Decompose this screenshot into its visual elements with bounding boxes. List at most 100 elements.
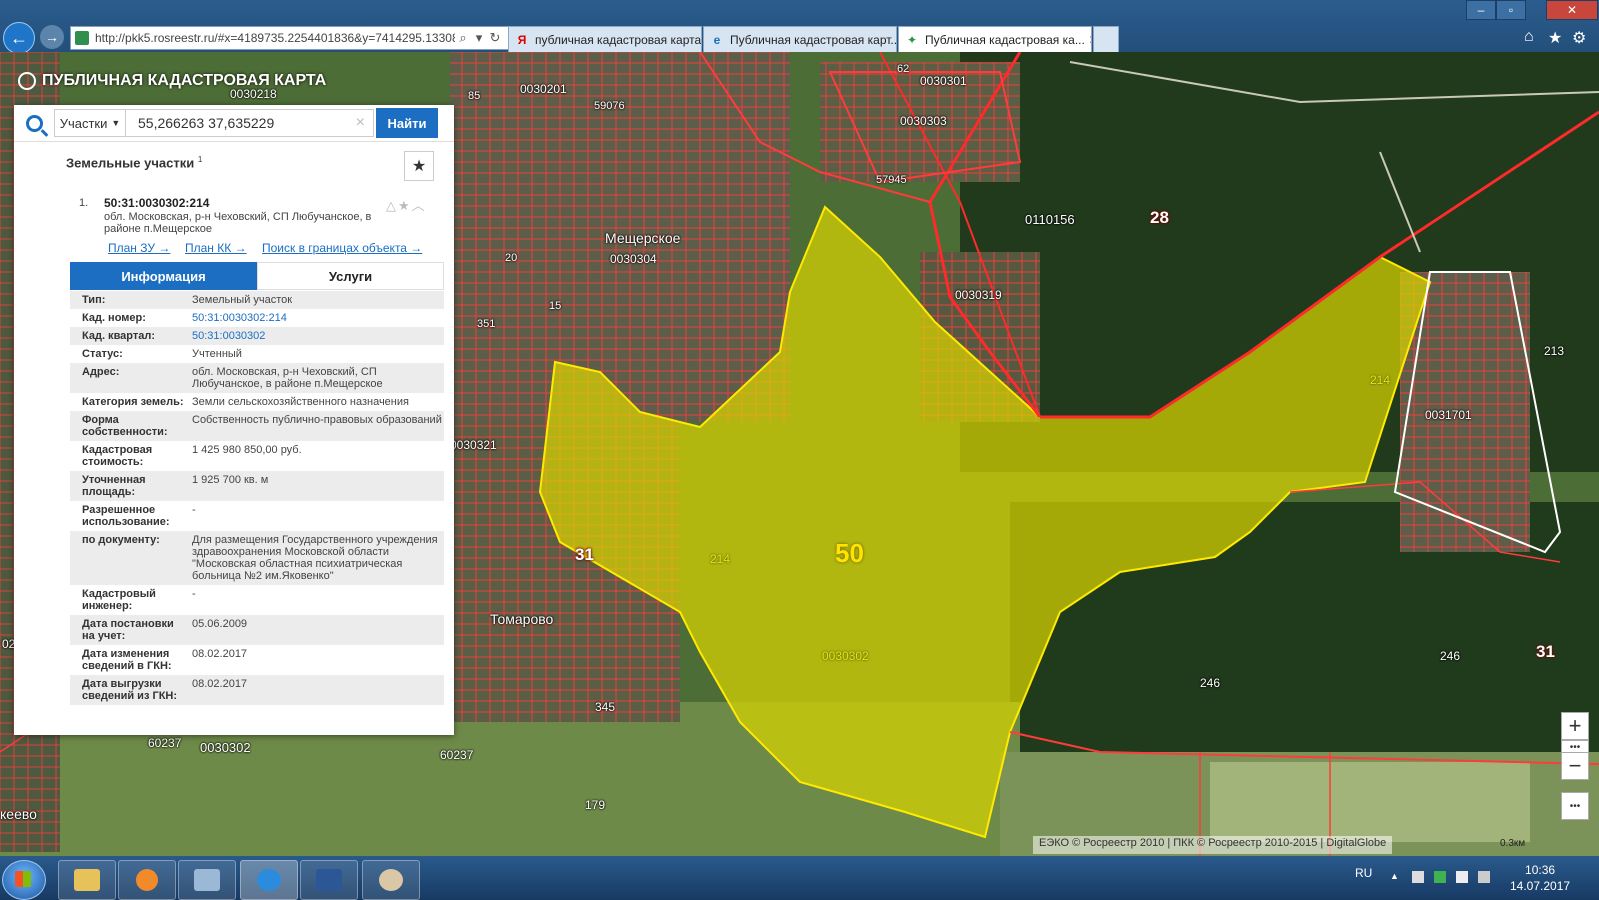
- attr-key: Статус:: [82, 348, 123, 360]
- map-label: 59076: [594, 100, 625, 112]
- zoom-out-button[interactable]: −: [1561, 752, 1589, 780]
- map-label: 57945: [876, 174, 907, 186]
- attr-value: 1 925 700 кв. м: [192, 474, 269, 486]
- explorer-icon[interactable]: [58, 860, 116, 900]
- attr-value: 08.02.2017: [192, 678, 248, 690]
- attr-key: Уточненная площадь:: [82, 474, 146, 498]
- search-icon[interactable]: ⌕: [455, 30, 471, 46]
- tab-services[interactable]: Услуги: [257, 262, 444, 290]
- start-button[interactable]: [2, 860, 46, 900]
- signal-icon[interactable]: [1478, 871, 1490, 883]
- search-in-bounds-link[interactable]: Поиск в границах объекта →: [262, 241, 422, 255]
- cad-number-link[interactable]: 50:31:0030302:214: [188, 312, 444, 324]
- table-row: Тип: Земельный участок: [70, 291, 444, 309]
- plan-kk-link[interactable]: План КК →: [185, 241, 247, 255]
- address-bar[interactable]: http://pkk5.rosreestr.ru/#x=4189735.2254…: [70, 26, 510, 50]
- map-label-place: Мещерское: [605, 230, 681, 246]
- table-row: Дата изменения сведений в ГКН: 08.02.2017: [70, 645, 444, 675]
- table-row: Статус: Учтенный: [70, 345, 444, 363]
- attr-key: по документу:: [82, 534, 160, 546]
- security-icon[interactable]: [1434, 871, 1446, 883]
- browser-tab[interactable]: Я публичная кадастровая карта...: [508, 26, 702, 52]
- close-tab-icon[interactable]: ✕: [1089, 33, 1091, 47]
- zoom-in-button[interactable]: +: [1561, 712, 1589, 740]
- clear-search-icon[interactable]: ×: [356, 114, 373, 132]
- map-label: 213: [1544, 344, 1565, 358]
- map-label: 246: [1200, 676, 1221, 690]
- map-label-place: кеево: [0, 806, 37, 822]
- find-button[interactable]: Найти: [376, 108, 438, 138]
- table-row: Форма собственности: Собственность публич…: [70, 411, 444, 441]
- window-close-button[interactable]: ✕: [1546, 0, 1598, 20]
- attr-key: Категория земель:: [82, 396, 184, 408]
- object-type-label: Участки: [59, 115, 108, 131]
- language-indicator[interactable]: RU: [1355, 866, 1372, 880]
- volume-icon[interactable]: [1412, 871, 1424, 883]
- cad-quarter-link[interactable]: 50:31:0030302: [188, 330, 444, 342]
- scale-bar: 0.3км: [1500, 838, 1526, 849]
- object-type-select[interactable]: Участки ▼: [54, 109, 126, 137]
- new-tab-button[interactable]: [1093, 26, 1119, 52]
- attr-value: Земли сельскохозяйственного назначения: [192, 396, 409, 408]
- map-label: 0030201: [520, 82, 567, 96]
- section-title-text: Земельные участки: [66, 155, 195, 171]
- network-icon[interactable]: [178, 860, 236, 900]
- map-label: 0030302: [200, 740, 251, 755]
- favorite-button[interactable]: ★: [404, 151, 434, 181]
- attr-key: Дата постановки на учет:: [82, 618, 174, 642]
- show-hidden-icons[interactable]: ▲: [1390, 871, 1402, 883]
- attr-value: Собственность публично-правовых образова…: [192, 414, 442, 426]
- result-number: 1.: [79, 197, 89, 209]
- search-icon[interactable]: [14, 105, 54, 141]
- gear-icon[interactable]: ⚙: [1572, 28, 1586, 48]
- clock[interactable]: 10:36 14.07.2017: [1510, 862, 1570, 894]
- star-icon[interactable]: ★: [398, 198, 412, 213]
- media-player-icon[interactable]: [118, 860, 176, 900]
- attr-key: Адрес:: [82, 366, 120, 378]
- table-row: Разрешенное использование: -: [70, 501, 444, 531]
- ie-icon: e: [713, 32, 721, 47]
- table-row: Категория земель: Земли сельскохозяйствен…: [70, 393, 444, 411]
- attr-value: -: [192, 504, 196, 516]
- table-row: Дата постановки на учет: 05.06.2009: [70, 615, 444, 645]
- word-icon[interactable]: [300, 860, 358, 900]
- browser-tab[interactable]: e Публичная кадастровая карт...: [703, 26, 897, 52]
- table-row: Кад. номер: 50:31:0030302:214: [70, 309, 444, 327]
- forward-button[interactable]: →: [40, 25, 64, 49]
- internet-explorer-icon[interactable]: [240, 860, 298, 900]
- url-text[interactable]: http://pkk5.rosreestr.ru/#x=4189735.2254…: [95, 31, 455, 45]
- map-label-yellow: 214: [1370, 373, 1391, 387]
- minimize-button[interactable]: –: [1466, 0, 1496, 20]
- result-cad-number: 50:31:0030302:214: [104, 196, 210, 210]
- map-label-big: 28: [1150, 208, 1169, 227]
- home-icon[interactable]: ⌂: [1524, 28, 1534, 46]
- flag-icon[interactable]: [1456, 871, 1468, 883]
- tab-information[interactable]: Информация: [70, 262, 257, 290]
- paint-icon[interactable]: [362, 860, 420, 900]
- map-options-button[interactable]: •••: [1561, 792, 1589, 820]
- attr-key: Дата изменения сведений в ГКН:: [82, 648, 172, 672]
- map-title-text: ПУБЛИЧНАЯ КАДАСТРОВАЯ КАРТА: [42, 72, 327, 89]
- browser-tab-active[interactable]: ✦ Публичная кадастровая ка... ✕: [898, 26, 1092, 52]
- back-button[interactable]: ←: [3, 22, 35, 54]
- map-label: 20: [505, 252, 518, 264]
- plan-zu-link[interactable]: План ЗУ →: [108, 241, 170, 255]
- map-label: 0030301: [920, 74, 967, 88]
- chevron-up-icon[interactable]: ︿: [412, 198, 427, 213]
- search-panel: Участки ▼ 55,266263 37,635229 × Найти Зе…: [14, 105, 454, 735]
- search-input[interactable]: 55,266263 37,635229 ×: [126, 109, 374, 137]
- map-label-big: 31: [575, 545, 594, 564]
- map-label-place: Томарово: [490, 611, 554, 627]
- warning-icon[interactable]: △: [386, 198, 398, 213]
- attr-value: Для размещения Государственного учрежден…: [192, 534, 438, 582]
- result-actions[interactable]: △★︿: [386, 195, 427, 214]
- tab-label: Публичная кадастровая ка...: [925, 32, 1085, 47]
- dropdown-icon[interactable]: ▾: [471, 30, 487, 46]
- refresh-icon[interactable]: ↻: [487, 30, 503, 46]
- maximize-button[interactable]: ▫: [1496, 0, 1526, 20]
- map-label: 62: [897, 63, 910, 75]
- map-label: 246: [1440, 649, 1461, 663]
- favorites-star-icon[interactable]: ★: [1548, 28, 1562, 48]
- arrow-right-icon: →: [45, 29, 59, 45]
- table-row: Кадастровая стоимость: 1 425 980 850,00 р…: [70, 441, 444, 471]
